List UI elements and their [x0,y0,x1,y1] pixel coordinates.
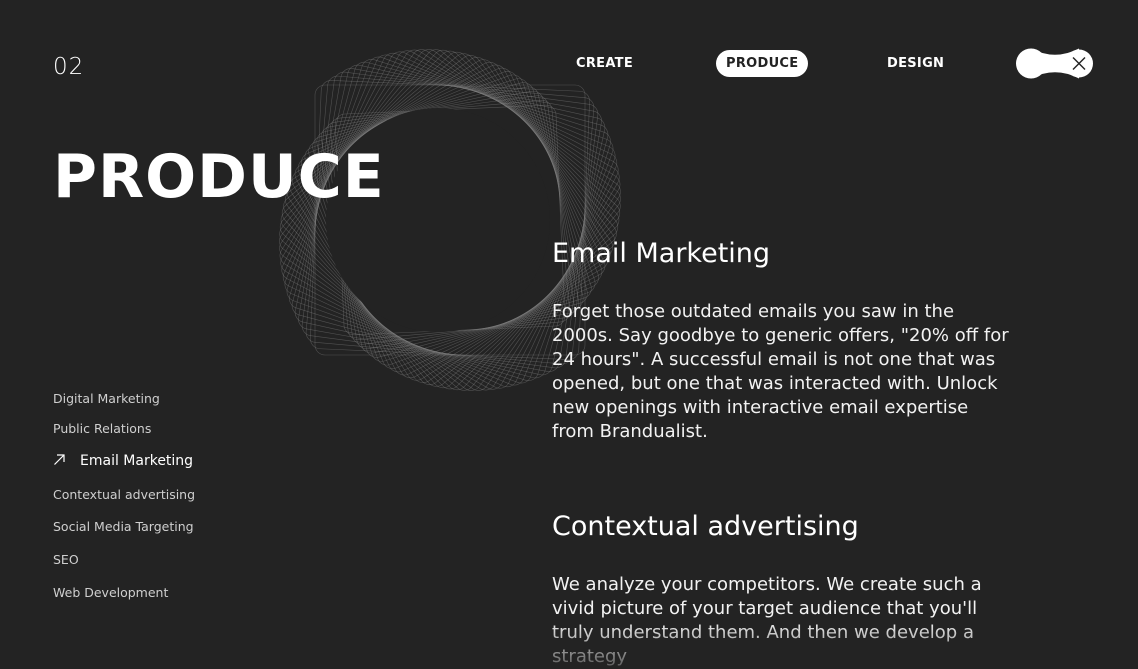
section-title-contextual-advertising: Contextual advertising [552,511,859,542]
section-title-email-marketing: Email Marketing [552,238,771,269]
sidebar-item-label: Public Relations [53,421,152,436]
nav-design[interactable]: DESIGN [877,50,954,77]
nav-create[interactable]: CREATE [566,50,643,77]
sidebar-item-label: Social Media Targeting [53,519,194,534]
sidebar-item-social-media-targeting[interactable]: Social Media Targeting [53,519,194,534]
sidebar-item-web-development[interactable]: Web Development [53,585,168,600]
nav-produce[interactable]: PRODUCE [716,50,809,77]
sidebar-item-public-relations[interactable]: Public Relations [53,421,151,436]
sidebar-item-label: Contextual advertising [53,487,196,502]
sidebar-item-label: Web Development [53,585,169,600]
sidebar-item-digital-marketing[interactable]: Digital Marketing [53,391,160,406]
sidebar-item-email-marketing[interactable]: Email Marketing [53,453,193,469]
sidebar-item-label: SEO [53,552,79,567]
sidebar-item-label: Email Marketing [80,453,194,469]
sidebar-item-seo[interactable]: SEO [53,552,79,567]
section-text-email-marketing: Forget those outdated emails you saw in … [552,301,1009,442]
sidebar-item-label: Digital Marketing [53,391,160,406]
sidebar-item-contextual-advertising[interactable]: Contextual advertising [53,487,195,502]
page-title: PRODUCE [53,142,385,212]
section-text-contextual-advertising: We analyze your competitors. We create s… [552,574,982,667]
page-number: 02 [53,54,85,80]
menu-toggle[interactable] [1016,48,1094,79]
arrow-up-right-icon [54,454,65,465]
